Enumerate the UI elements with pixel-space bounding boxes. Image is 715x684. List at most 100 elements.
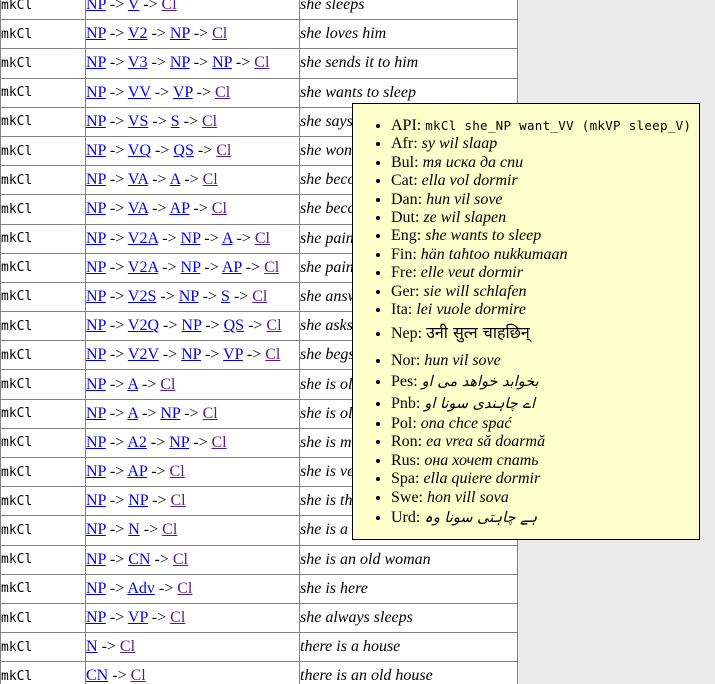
category-link[interactable]: S [221,288,230,305]
category-link[interactable]: Cl [255,230,270,247]
category-link[interactable]: Cl [173,551,188,568]
category-link[interactable]: CN [128,551,150,568]
category-link[interactable]: Cl [212,200,227,217]
rule-cell: NP -> V2A -> NP -> AP -> Cl [86,253,300,282]
category-link[interactable]: NP [86,434,106,451]
category-link[interactable]: VP [223,346,243,363]
category-link[interactable]: NP [86,0,106,13]
category-link[interactable]: Cl [215,84,230,101]
category-link[interactable]: V [128,0,139,13]
category-link[interactable]: A [222,230,233,247]
category-link[interactable]: NP [86,492,106,509]
category-link[interactable]: NP [86,259,106,276]
category-link[interactable]: NP [181,230,201,247]
category-link[interactable]: NP [181,317,201,334]
translation-text: sie will schlafen [423,283,526,300]
translation-text: mkCl she_NP want_VV (mkVP sleep_V) [425,118,691,133]
translation-item: Urd: ہے چاہتی سونا وہ [391,507,693,529]
category-link[interactable]: NP [86,580,106,597]
category-link[interactable]: A [170,171,181,188]
category-link[interactable]: VA [128,200,148,217]
category-link[interactable]: NP [86,54,106,71]
category-link[interactable]: NP [86,463,106,480]
category-link[interactable]: VP [173,84,193,101]
category-link[interactable]: VP [128,609,148,626]
category-link[interactable]: Cl [177,580,192,597]
category-link[interactable]: Cl [160,376,175,393]
category-link[interactable]: NP [86,551,106,568]
category-link[interactable]: V2A [128,259,158,276]
category-link[interactable]: NP [170,54,190,71]
category-link[interactable]: Cl [265,346,280,363]
category-link[interactable]: NP [170,25,190,42]
translations-list: API: mkCl she_NP want_VV (mkVP sleep_V)A… [353,117,699,529]
category-link[interactable]: A2 [127,434,147,451]
category-link[interactable]: NP [86,521,106,538]
category-link[interactable]: NP [181,346,201,363]
category-link[interactable]: AP [222,259,242,276]
category-link[interactable]: Cl [203,405,218,422]
category-link[interactable]: Cl [254,54,269,71]
category-link[interactable]: AP [127,463,147,480]
rule-cell: NP -> VS -> S -> Cl [86,107,300,136]
category-link[interactable]: NP [86,84,106,101]
category-link[interactable]: V2S [128,288,156,305]
category-link[interactable]: Cl [120,638,135,655]
translation-item: Cat: ella vol dormir [391,172,693,190]
category-link[interactable]: VS [128,113,148,130]
category-link[interactable]: V2 [128,25,148,42]
category-link[interactable]: Cl [170,609,185,626]
category-link[interactable]: Cl [202,113,217,130]
category-link[interactable]: Cl [266,317,281,334]
category-link[interactable]: NP [86,113,106,130]
category-link[interactable]: Cl [216,142,231,159]
category-link[interactable]: V2A [128,230,158,247]
category-link[interactable]: Cl [264,259,279,276]
category-link[interactable]: Adv [127,580,155,597]
category-link[interactable]: NP [86,25,106,42]
category-link[interactable]: N [86,638,98,655]
category-link[interactable]: Cl [131,667,146,684]
category-link[interactable]: VQ [128,142,151,159]
category-link[interactable]: N [128,521,140,538]
category-link[interactable]: NP [86,609,106,626]
category-link[interactable]: NP [86,376,106,393]
rule-cell: NP -> A -> NP -> Cl [86,399,300,428]
category-link[interactable]: NP [86,288,106,305]
category-link[interactable]: V3 [128,54,148,71]
category-link[interactable]: Cl [170,492,185,509]
category-link[interactable]: Cl [162,521,177,538]
category-link[interactable]: Cl [252,288,267,305]
category-link[interactable]: Cl [212,25,227,42]
category-link[interactable]: Cl [162,0,177,13]
category-link[interactable]: NP [128,492,148,509]
category-link[interactable]: Cl [211,434,226,451]
rule-cell: NP -> VP -> Cl [86,603,300,632]
rule-cell: NP -> CN -> Cl [86,545,300,574]
category-link[interactable]: NP [86,405,106,422]
category-link[interactable]: NP [86,230,106,247]
category-link[interactable]: NP [179,288,199,305]
category-link[interactable]: NP [86,200,106,217]
category-link[interactable]: AP [170,200,190,217]
category-link[interactable]: V2V [128,346,159,363]
category-link[interactable]: QS [224,317,244,334]
category-link[interactable]: A [127,376,138,393]
category-link[interactable]: NP [86,346,106,363]
category-link[interactable]: Cl [170,463,185,480]
category-link[interactable]: A [127,405,138,422]
category-link[interactable]: QS [173,142,193,159]
category-link[interactable]: VA [128,171,148,188]
category-link[interactable]: CN [86,667,108,684]
category-link[interactable]: NP [86,317,106,334]
category-link[interactable]: NP [86,171,106,188]
category-link[interactable]: S [171,113,180,130]
category-link[interactable]: NP [160,405,180,422]
category-link[interactable]: NP [169,434,189,451]
category-link[interactable]: Cl [203,171,218,188]
category-link[interactable]: NP [181,259,201,276]
category-link[interactable]: V2Q [128,317,159,334]
category-link[interactable]: NP [212,54,232,71]
category-link[interactable]: VV [128,84,151,101]
category-link[interactable]: NP [86,142,106,159]
